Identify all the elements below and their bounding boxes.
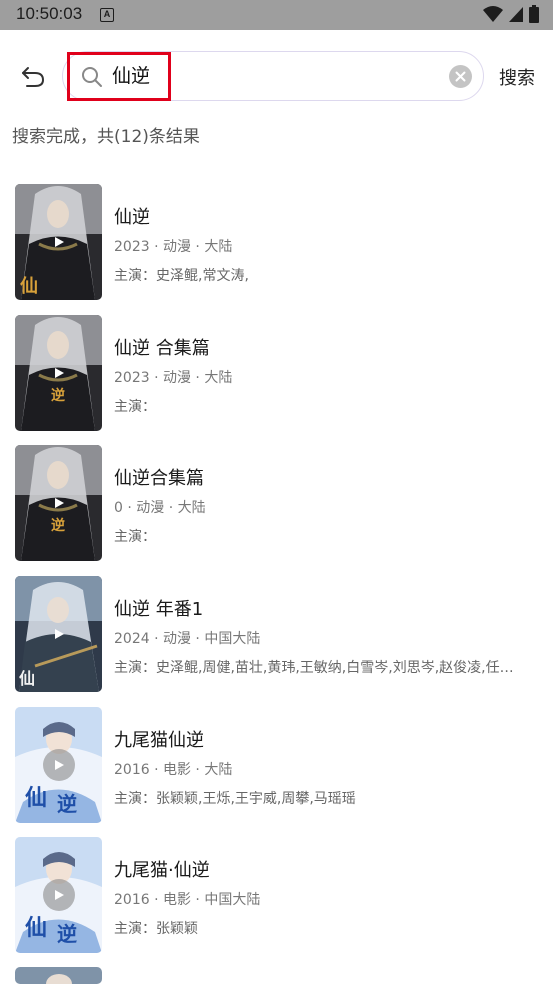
- item-meta: 2023 · 动漫 · 大陆: [114, 239, 233, 255]
- status-time: 10:50:03: [16, 4, 83, 23]
- search-icon: [82, 67, 102, 87]
- poster[interactable]: 逆: [15, 445, 102, 561]
- result-item[interactable]: 仙 仙逆 2023 · 动漫 · 大陆 主演：史泽鲲,常文涛,: [0, 184, 553, 300]
- item-title[interactable]: 仙逆合集篇: [114, 464, 204, 490]
- play-icon[interactable]: [44, 488, 74, 518]
- poster[interactable]: [15, 967, 102, 984]
- status-bar: 10:50:03 A: [0, 0, 553, 30]
- poster[interactable]: 仙 逆: [15, 837, 102, 953]
- item-meta: 2016 · 电影 · 大陆: [114, 762, 233, 778]
- play-icon[interactable]: [44, 619, 74, 649]
- back-button[interactable]: [18, 62, 48, 92]
- play-icon[interactable]: [44, 358, 74, 388]
- poster-image: [15, 967, 102, 984]
- poster[interactable]: 仙: [15, 184, 102, 300]
- item-cast: 主演：史泽鲲,周健,苗壮,黄玮,王敏纳,白雪岑,刘思岑,赵俊凌,任…: [114, 660, 514, 676]
- play-icon[interactable]: [44, 880, 74, 910]
- play-icon[interactable]: [44, 750, 74, 780]
- poster[interactable]: 仙: [15, 576, 102, 692]
- item-meta: 2016 · 电影 · 中国大陆: [114, 892, 261, 908]
- item-title[interactable]: 九尾猫·仙逆: [114, 856, 210, 882]
- item-title[interactable]: 九尾猫仙逆: [114, 726, 204, 752]
- poster[interactable]: 仙 逆: [15, 707, 102, 823]
- item-meta: 0 · 动漫 · 大陆: [114, 500, 206, 516]
- poster[interactable]: 逆: [15, 315, 102, 431]
- svg-text:仙: 仙: [20, 275, 38, 297]
- item-cast: 主演：张颖颖: [114, 921, 198, 937]
- svg-text:仙: 仙: [19, 669, 35, 688]
- result-item[interactable]: 仙 逆 九尾猫·仙逆 2016 · 电影 · 中国大陆 主演：张颖颖: [0, 837, 553, 953]
- signal-icon: [509, 7, 523, 22]
- clear-search-button[interactable]: [449, 65, 472, 88]
- search-button[interactable]: 搜索: [499, 64, 535, 90]
- item-title[interactable]: 仙逆: [114, 203, 150, 229]
- item-cast: 主演：: [114, 529, 156, 545]
- svg-text:逆: 逆: [51, 517, 65, 534]
- result-item[interactable]: 逆 仙逆 合集篇 2023 · 动漫 · 大陆 主演：: [0, 315, 553, 431]
- play-icon[interactable]: [44, 227, 74, 257]
- search-input[interactable]: [112, 63, 432, 85]
- result-item[interactable]: 仙 逆 九尾猫仙逆 2016 · 电影 · 大陆 主演：张颖颖,王烁,王宇威,周…: [0, 707, 553, 823]
- status-icons: [483, 5, 539, 23]
- wifi-icon: [483, 6, 503, 22]
- result-summary: 搜索完成，共(12)条结果: [12, 127, 200, 147]
- item-meta: 2023 · 动漫 · 大陆: [114, 370, 233, 386]
- back-arrow-icon: [22, 67, 45, 87]
- result-item-partial[interactable]: [0, 967, 553, 984]
- item-title[interactable]: 仙逆 合集篇: [114, 334, 210, 360]
- item-cast: 主演：张颖颖,王烁,王宇威,周攀,马瑶瑶: [114, 791, 356, 807]
- close-icon: [455, 71, 466, 82]
- svg-text:仙: 仙: [25, 785, 47, 811]
- item-cast: 主演：: [114, 399, 156, 415]
- item-meta: 2024 · 动漫 · 中国大陆: [114, 631, 261, 647]
- result-item[interactable]: 逆 仙逆合集篇 0 · 动漫 · 大陆 主演：: [0, 445, 553, 561]
- battery-icon: [529, 5, 539, 23]
- item-title[interactable]: 仙逆 年番1: [114, 595, 203, 621]
- svg-text:逆: 逆: [57, 922, 77, 946]
- notification-icon: A: [100, 8, 114, 22]
- result-item[interactable]: 仙 仙逆 年番1 2024 · 动漫 · 中国大陆 主演：史泽鲲,周健,苗壮,黄…: [0, 576, 553, 692]
- svg-text:仙: 仙: [25, 915, 47, 941]
- svg-text:逆: 逆: [57, 792, 77, 816]
- item-cast: 主演：史泽鲲,常文涛,: [114, 268, 249, 284]
- svg-text:逆: 逆: [51, 387, 65, 404]
